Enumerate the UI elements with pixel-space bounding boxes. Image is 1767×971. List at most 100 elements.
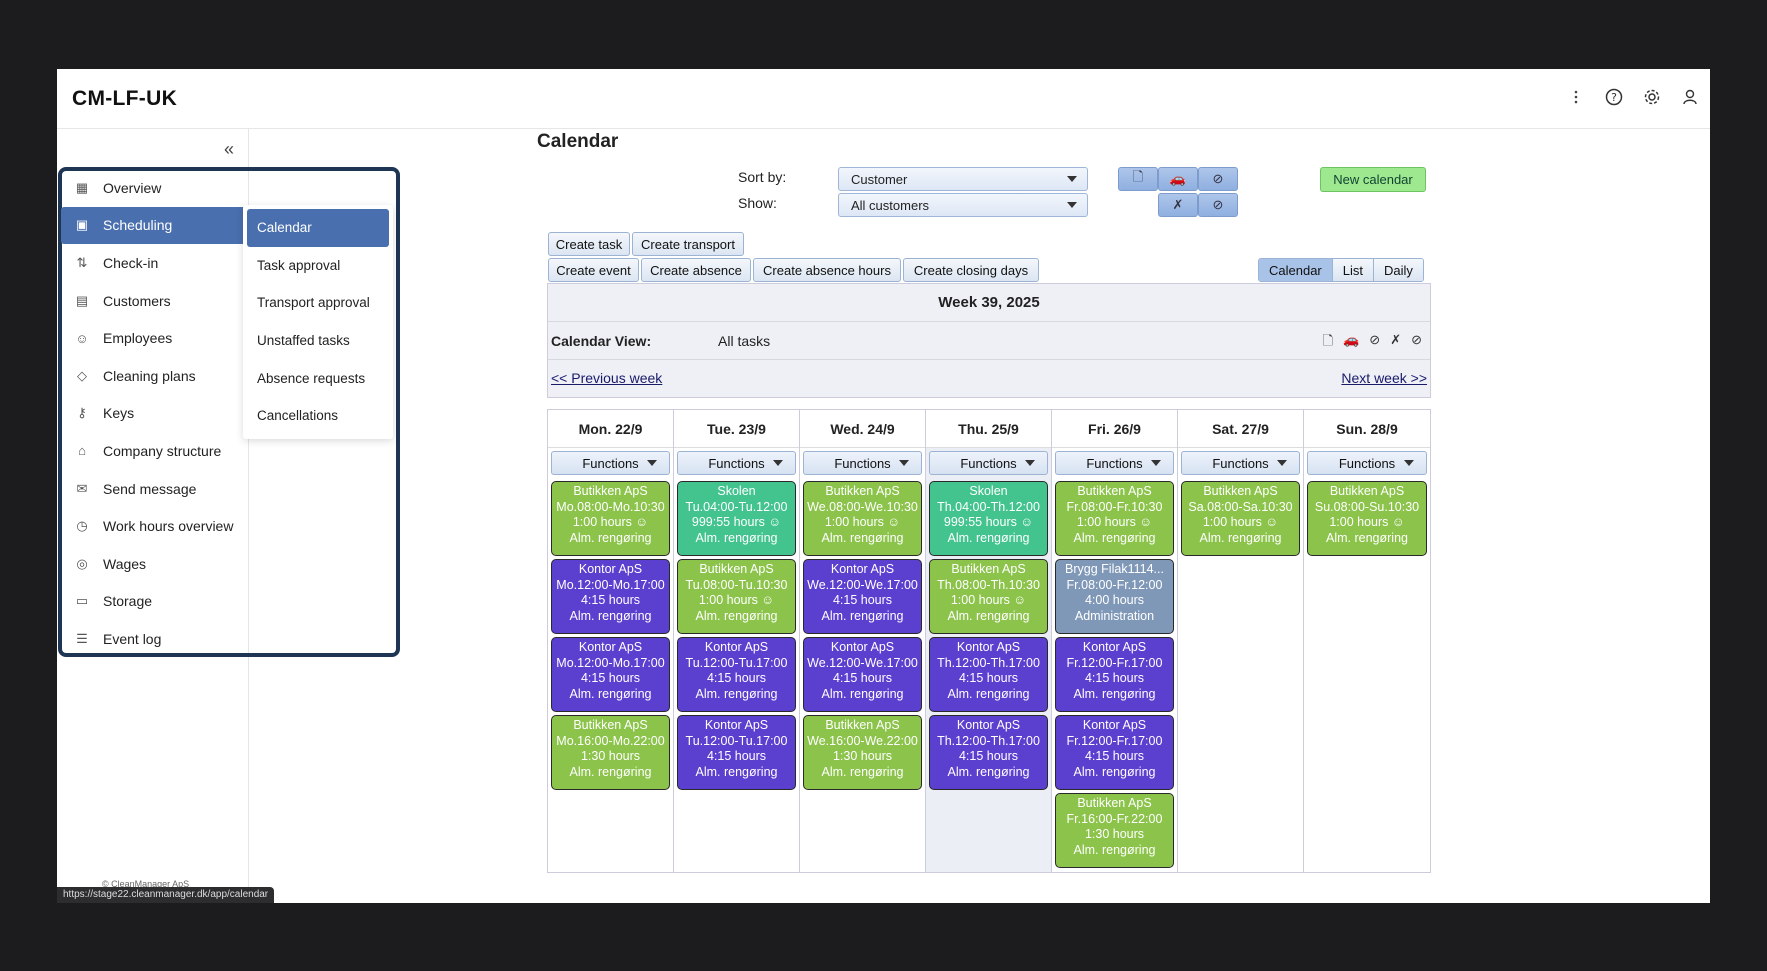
day-header: Sat. 27/9 <box>1178 410 1303 448</box>
task-list: Butikken ApS Sa.08:00-Sa.10:30 1:00 hours … <box>1178 478 1303 556</box>
functions-dropdown[interactable]: Functions <box>1307 451 1427 475</box>
view-list-button[interactable]: List <box>1332 259 1374 281</box>
task-line: Kontor ApS <box>956 640 1021 654</box>
sort-select[interactable]: Customer <box>838 167 1088 191</box>
transport-filter-button[interactable]: 🚗 <box>1158 167 1198 191</box>
task-line: Tu.12:00-Tu.17:00 <box>685 655 788 670</box>
submenu-item-transport-approval[interactable]: Transport approval <box>247 284 389 322</box>
day-header: Mon. 22/9 <box>548 410 673 448</box>
sort-label: Sort by: <box>738 169 787 185</box>
more-icon[interactable] <box>1566 87 1586 107</box>
task-card[interactable]: Skolen Th.04:00-Th.12:00 999:55 hours ☺ Alm… <box>929 481 1048 556</box>
sidebar-item-customers[interactable]: ▤ Customers <box>61 282 247 320</box>
task-card[interactable]: Butikken ApS Mo.08:00-Mo.10:30 1:00 hours … <box>551 481 670 556</box>
sidebar-item-storage[interactable]: ▭ Storage <box>61 583 247 621</box>
no-key-filter-button[interactable]: ⊘ <box>1198 193 1238 217</box>
create-event-button[interactable]: Create event <box>548 258 639 282</box>
task-line: Skolen <box>969 484 1008 498</box>
task-card[interactable]: Skolen Tu.04:00-Tu.12:00 999:55 hours ☺ Alm… <box>677 481 796 556</box>
create-task-button[interactable]: Create task <box>548 232 630 256</box>
functions-dropdown[interactable]: Functions <box>803 451 922 475</box>
functions-dropdown[interactable]: Functions <box>1055 451 1174 475</box>
task-card[interactable]: Butikken ApS Fr.08:00-Fr.10:30 1:00 hours … <box>1055 481 1174 556</box>
task-card[interactable]: Butikken ApS Fr.16:00-Fr.22:00 1:30 hours A… <box>1055 793 1174 868</box>
task-line: 4:00 hours <box>1084 593 1145 607</box>
user-icon[interactable] <box>1680 87 1700 107</box>
submenu-item-absence-requests[interactable]: Absence requests <box>247 359 389 397</box>
functions-dropdown[interactable]: Functions <box>551 451 670 475</box>
settings-icon[interactable] <box>1642 87 1662 107</box>
task-card[interactable]: Butikken ApS Tu.08:00-Tu.10:30 1:00 hours … <box>677 559 796 634</box>
submenu-item-cancellations[interactable]: Cancellations <box>247 397 389 435</box>
submenu-item-calendar[interactable]: Calendar <box>247 209 389 247</box>
task-line: Kontor ApS <box>830 640 895 654</box>
no-plan-icon: ⊘ <box>1212 171 1224 186</box>
sidebar-item-keys[interactable]: ⚷ Keys <box>61 395 247 433</box>
task-card[interactable]: Kontor ApS We.12:00-We.17:00 4:15 hours Alm… <box>803 637 922 712</box>
task-card[interactable]: Butikken ApS We.16:00-We.22:00 1:30 hours A… <box>803 715 922 790</box>
task-card[interactable]: Kontor ApS Fr.12:00-Fr.17:00 4:15 hours Alm… <box>1055 715 1174 790</box>
next-week-link[interactable]: Next week >> <box>1341 370 1427 386</box>
task-card[interactable]: Kontor ApS Tu.12:00-Tu.17:00 4:15 hours Alm… <box>677 637 796 712</box>
no-staff-filter-button[interactable]: ✗ <box>1158 193 1198 217</box>
view-daily-button[interactable]: Daily <box>1374 259 1423 281</box>
create-absence-hours-button[interactable]: Create absence hours <box>753 258 901 282</box>
view-calendar-button[interactable]: Calendar <box>1259 259 1333 281</box>
functions-dropdown[interactable]: Functions <box>677 451 796 475</box>
task-card[interactable]: Butikken ApS Mo.16:00-Mo.22:00 1:30 hours A… <box>551 715 670 790</box>
task-card[interactable]: Butikken ApS Sa.08:00-Sa.10:30 1:00 hours … <box>1181 481 1300 556</box>
functions-label: Functions <box>708 455 765 471</box>
show-label: Show: <box>738 195 777 211</box>
task-line: Brygg Filak1114... <box>1065 562 1164 576</box>
task-card[interactable]: Kontor ApS We.12:00-We.17:00 4:15 hours Alm… <box>803 559 922 634</box>
task-list: Butikken ApS Mo.08:00-Mo.10:30 1:00 hours … <box>548 478 673 790</box>
sidebar-item-scheduling[interactable]: ▣ Scheduling <box>61 206 247 245</box>
no-plan-filter-button[interactable]: ⊘ <box>1198 167 1238 191</box>
task-card[interactable]: Kontor ApS Th.12:00-Th.17:00 4:15 hours Alm… <box>929 637 1048 712</box>
document-icon: 🗋 <box>1132 169 1144 184</box>
sidebar-item-check-in[interactable]: ⇅ Check-in <box>61 244 247 282</box>
chevron-down-icon <box>1404 460 1414 466</box>
create-transport-button[interactable]: Create transport <box>632 232 744 256</box>
task-card[interactable]: Kontor ApS Mo.12:00-Mo.17:00 4:15 hours Alm… <box>551 559 670 634</box>
task-card[interactable]: Kontor ApS Mo.12:00-Mo.17:00 4:15 hours Alm… <box>551 637 670 712</box>
collapse-sidebar-icon[interactable]: « <box>224 139 234 160</box>
sidebar-item-send-message[interactable]: ✉ Send message <box>61 470 247 508</box>
document-filter-button[interactable]: 🗋 <box>1118 167 1158 191</box>
sidebar-item-event-log[interactable]: ☰ Event log <box>61 620 247 658</box>
task-line: 1:00 hours ☺ <box>1076 515 1153 529</box>
sidebar-item-work-hours-overview[interactable]: ◷ Work hours overview <box>61 507 247 545</box>
task-card[interactable]: Butikken ApS Su.08:00-Su.10:30 1:00 hours … <box>1307 481 1427 556</box>
new-calendar-button[interactable]: New calendar <box>1320 167 1426 192</box>
sidebar-item-label: Keys <box>103 405 135 422</box>
sidebar-item-company-structure[interactable]: ⌂ Company structure <box>61 432 247 470</box>
task-card[interactable]: Kontor ApS Fr.12:00-Fr.17:00 4:15 hours Alm… <box>1055 637 1174 712</box>
task-line: Kontor ApS <box>1082 718 1147 732</box>
task-line: 999:55 hours ☺ <box>943 515 1034 529</box>
sidebar-item-overview[interactable]: ▦ Overview <box>61 169 247 207</box>
create-absence-button[interactable]: Create absence <box>641 258 751 282</box>
task-card[interactable]: Kontor ApS Th.12:00-Th.17:00 4:15 hours Alm… <box>929 715 1048 790</box>
task-card[interactable]: Kontor ApS Tu.12:00-Tu.17:00 4:15 hours Alm… <box>677 715 796 790</box>
task-line: Kontor ApS <box>578 562 643 576</box>
task-card[interactable]: Brygg Filak1114... Fr.08:00-Fr.12:00 4:00 … <box>1055 559 1174 634</box>
task-card[interactable]: Butikken ApS Th.08:00-Th.10:30 1:00 hours … <box>929 559 1048 634</box>
task-line: Alm. rengøring <box>947 764 1030 779</box>
sidebar-item-cleaning-plans[interactable]: ◇ Cleaning plans <box>61 357 247 395</box>
functions-dropdown[interactable]: Functions <box>929 451 1048 475</box>
help-icon[interactable]: ? <box>1604 87 1624 107</box>
task-card[interactable]: Butikken ApS We.08:00-We.10:30 1:00 hours … <box>803 481 922 556</box>
calendar-view-label: Calendar View: <box>551 333 652 349</box>
sidebar-item-employees[interactable]: ☺ Employees <box>61 319 247 357</box>
task-line: 1:30 hours <box>832 749 893 763</box>
show-select[interactable]: All customers <box>838 193 1088 217</box>
submenu-item-task-approval[interactable]: Task approval <box>247 247 389 285</box>
create-closing-days-button[interactable]: Create closing days <box>903 258 1039 282</box>
task-line: Alm. rengøring <box>569 686 652 701</box>
status-url: https://stage22.cleanmanager.dk/app/cale… <box>57 887 275 903</box>
functions-dropdown[interactable]: Functions <box>1181 451 1300 475</box>
previous-week-link[interactable]: << Previous week <box>551 370 662 386</box>
submenu-item-unstaffed-tasks[interactable]: Unstaffed tasks <box>247 322 389 360</box>
sidebar-item-wages[interactable]: ◎ Wages <box>61 545 247 583</box>
sidebar-item-label: Event log <box>103 630 162 647</box>
